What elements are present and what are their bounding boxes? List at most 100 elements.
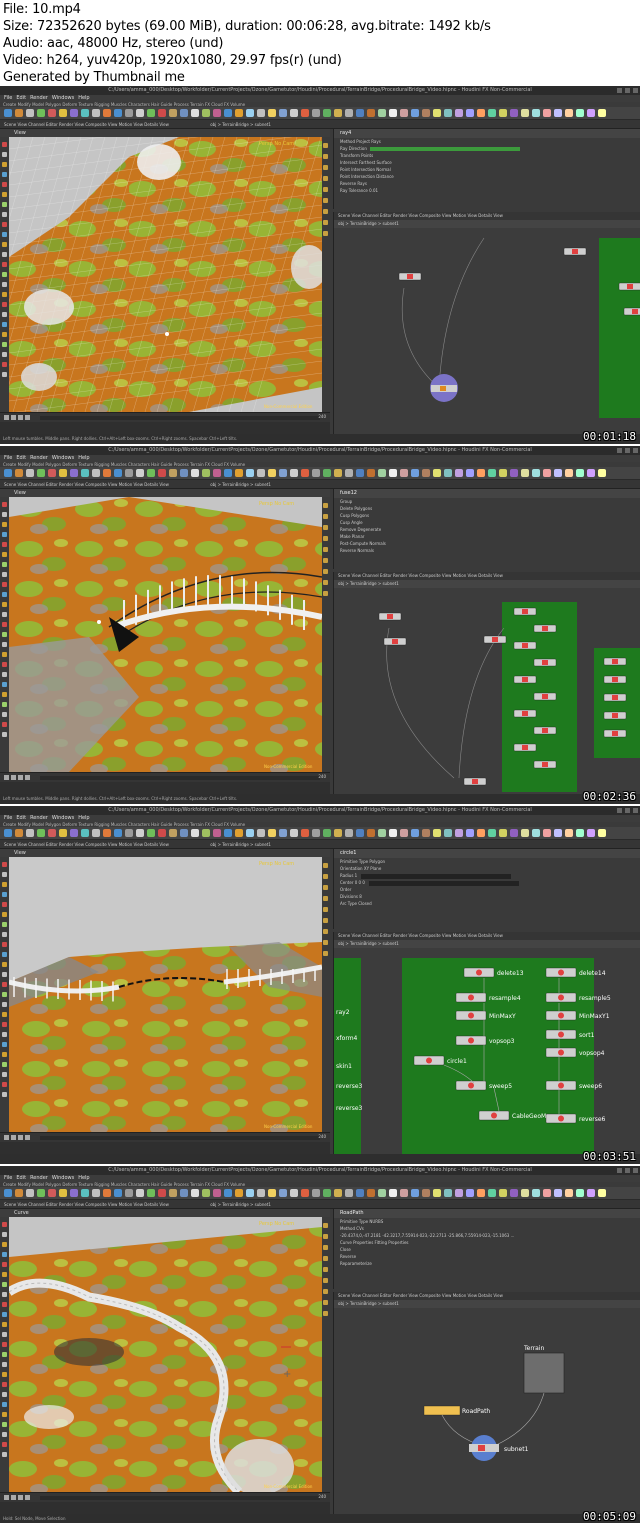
- shelf-tool-icon[interactable]: [268, 829, 276, 837]
- shelf-tool-icon[interactable]: [15, 109, 23, 117]
- display-option-icon[interactable]: [323, 580, 328, 585]
- viewport-tool-icon[interactable]: [2, 672, 7, 677]
- display-option-icon[interactable]: [323, 536, 328, 541]
- viewport-tool-icon[interactable]: [2, 1092, 7, 1097]
- play-back-icon[interactable]: [11, 1135, 16, 1140]
- viewport-tool-icon[interactable]: [2, 192, 7, 197]
- network-node[interactable]: [513, 641, 537, 650]
- timeline-bar[interactable]: 240: [0, 772, 330, 782]
- shelf-tool-icon[interactable]: [103, 1189, 111, 1197]
- play-end-icon[interactable]: [25, 415, 30, 420]
- network-node[interactable]: vopsop3: [455, 1035, 515, 1046]
- viewport-tool-icon[interactable]: [2, 182, 7, 187]
- network-editor[interactable]: Scene View Channel Editor Render View Co…: [333, 1292, 640, 1514]
- playback-controls[interactable]: [4, 415, 30, 420]
- display-option-icon[interactable]: [323, 1278, 328, 1283]
- shelf-tool-icon[interactable]: [103, 829, 111, 837]
- shelf-tool-icon[interactable]: [15, 469, 23, 477]
- shelf-tool-icon[interactable]: [301, 469, 309, 477]
- shelf-tool-icon[interactable]: [444, 109, 452, 117]
- network-path-bar[interactable]: obj > TerrainBridge > subnet1: [334, 220, 640, 228]
- shelf-tool-icon[interactable]: [323, 829, 331, 837]
- shelf-tool-icon[interactable]: [543, 829, 551, 837]
- shelf-tool-icon[interactable]: [312, 109, 320, 117]
- shelf-tool-icon[interactable]: [147, 109, 155, 117]
- shelf-tool-icon[interactable]: [4, 469, 12, 477]
- shelf-tool-icon[interactable]: [345, 109, 353, 117]
- shelf-tool-icon[interactable]: [367, 1189, 375, 1197]
- shelf-tool-icon[interactable]: [235, 829, 243, 837]
- viewport-3d-scene[interactable]: Persp No Cam Non-Commercial Edition: [9, 137, 322, 412]
- shelf-tool-icon[interactable]: [136, 829, 144, 837]
- shelf-tool-icon[interactable]: [521, 469, 529, 477]
- shelf-tool-icon[interactable]: [224, 109, 232, 117]
- viewport-tool-icon[interactable]: [2, 1242, 7, 1247]
- shelf-tool-icon[interactable]: [400, 469, 408, 477]
- shelf-tool-icon[interactable]: [587, 109, 595, 117]
- network-node[interactable]: [533, 760, 557, 769]
- viewport-tool-icon[interactable]: [2, 652, 7, 657]
- shelf-tool-icon[interactable]: [257, 829, 265, 837]
- playback-controls[interactable]: [4, 775, 30, 780]
- pane-tabs[interactable]: Scene View Channel Editor Render View Co…: [0, 480, 640, 489]
- viewport-tool-icon[interactable]: [2, 982, 7, 987]
- display-option-icon[interactable]: [323, 176, 328, 181]
- viewport-tool-icon[interactable]: [2, 902, 7, 907]
- playback-controls[interactable]: [4, 1495, 30, 1500]
- shelf-tool-icon[interactable]: [213, 109, 221, 117]
- param-row[interactable]: Close: [334, 1246, 640, 1253]
- param-row[interactable]: Primitive Type Polygon: [334, 858, 640, 865]
- param-row[interactable]: Reparameterize: [334, 1260, 640, 1267]
- param-row[interactable]: Point Intersection Distance: [334, 173, 640, 180]
- viewport-tool-icon[interactable]: [2, 612, 7, 617]
- viewport-tool-icon[interactable]: [2, 962, 7, 967]
- shelf-tool-icon[interactable]: [477, 1189, 485, 1197]
- shelf-tool-icon[interactable]: [114, 829, 122, 837]
- shelf-tool-icon[interactable]: [455, 1189, 463, 1197]
- network-node[interactable]: resample4: [455, 992, 521, 1003]
- display-option-icon[interactable]: [323, 514, 328, 519]
- menu-item[interactable]: Render: [30, 455, 48, 461]
- shelf-tool-icon[interactable]: [565, 1189, 573, 1197]
- shelf-tool-icon[interactable]: [92, 109, 100, 117]
- shelf-tool-icon[interactable]: [554, 829, 562, 837]
- timeline-ruler[interactable]: [40, 1136, 320, 1140]
- shelf-tool-icon[interactable]: [136, 1189, 144, 1197]
- shelf-tool-icon[interactable]: [279, 1189, 287, 1197]
- network-node[interactable]: RoadPath: [423, 1405, 490, 1416]
- shelf-tool-icon[interactable]: [257, 109, 265, 117]
- viewport-tool-icon[interactable]: [2, 172, 7, 177]
- viewport-tool-icon[interactable]: [2, 1222, 7, 1227]
- shelf-tool-icon[interactable]: [246, 469, 254, 477]
- viewport-tool-icon[interactable]: [2, 1432, 7, 1437]
- timeline-end-frame[interactable]: 240: [318, 774, 326, 779]
- shelf-tool-icon[interactable]: [532, 469, 540, 477]
- shelf-tool-icon[interactable]: [312, 829, 320, 837]
- viewport-tool-icon[interactable]: [2, 1032, 7, 1037]
- timeline-end-frame[interactable]: 240: [318, 414, 326, 419]
- shelf-tool-icon[interactable]: [191, 109, 199, 117]
- shelf-tool-icon[interactable]: [125, 109, 133, 117]
- shelf-tool-icon[interactable]: [488, 469, 496, 477]
- play-icon[interactable]: [18, 1135, 23, 1140]
- viewport-tool-icon[interactable]: [2, 512, 7, 517]
- shelf-tool-icon[interactable]: [576, 1189, 584, 1197]
- shelf-tool-icon[interactable]: [510, 469, 518, 477]
- play-icon[interactable]: [18, 1495, 23, 1500]
- shelf-tool-icon[interactable]: [169, 1189, 177, 1197]
- playback-controls[interactable]: [4, 1135, 30, 1140]
- viewport-tool-icon[interactable]: [2, 882, 7, 887]
- shelf-tool-icon[interactable]: [59, 1189, 67, 1197]
- viewport-tool-icon[interactable]: [2, 212, 7, 217]
- network-node[interactable]: [483, 635, 507, 644]
- menu-item[interactable]: Edit: [16, 95, 26, 101]
- minimize-button[interactable]: [617, 1168, 622, 1173]
- viewport-tool-icon[interactable]: [2, 292, 7, 297]
- network-node[interactable]: [533, 624, 557, 633]
- shelf-tool-icon[interactable]: [191, 1189, 199, 1197]
- viewport-tool-icon[interactable]: [2, 872, 7, 877]
- shelf-tool-icon[interactable]: [587, 829, 595, 837]
- network-tabs[interactable]: Scene View Channel Editor Render View Co…: [334, 1292, 640, 1300]
- network-node[interactable]: [398, 272, 422, 281]
- shelf-tool-icon[interactable]: [334, 829, 342, 837]
